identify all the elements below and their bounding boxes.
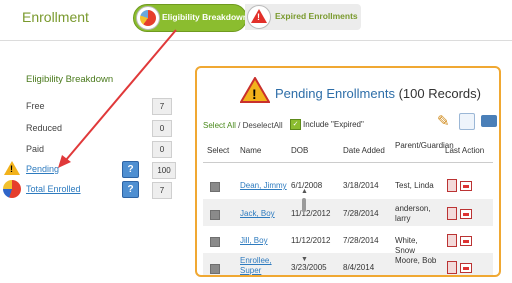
scroll-up-arrow[interactable]: ▲: [301, 188, 308, 195]
select-all-link[interactable]: Select All: [203, 121, 236, 130]
card-icon[interactable]: [460, 236, 472, 246]
row-name-link[interactable]: Jill, Boy: [240, 236, 268, 246]
row-dob: 11/12/2012: [291, 209, 331, 218]
column-header-select: Select: [207, 146, 230, 155]
pending-enrollments-panel: ! Pending Enrollments (100 Records) Sele…: [195, 66, 501, 277]
row-name-link[interactable]: Enrollee, Super: [240, 256, 284, 275]
row-parent: Test, Linda: [395, 181, 434, 190]
row-select-checkbox[interactable]: [210, 210, 220, 220]
edit-pencil-icon[interactable]: ✎: [437, 112, 450, 130]
header-divider: [203, 162, 493, 163]
document-icon[interactable]: [447, 261, 457, 274]
scroll-down-arrow[interactable]: ▼: [301, 256, 308, 263]
card-icon[interactable]: [460, 263, 472, 273]
panel-title-text: Pending Enrollments: [275, 86, 395, 101]
document-icon[interactable]: [447, 234, 457, 247]
row-dob: 11/12/2012: [291, 236, 331, 245]
column-header-parent-guardian: Parent/Guardian: [395, 141, 454, 150]
include-expired-label: Include "Expired": [303, 120, 364, 129]
selection-links: Select All / DeselectAll: [203, 121, 283, 130]
column-header-date-added: Date Added: [343, 146, 385, 155]
row-date-added: 7/28/2014: [343, 209, 379, 218]
row-date-added: 7/28/2014: [343, 236, 379, 245]
row-select-checkbox[interactable]: [210, 182, 220, 192]
panel-title: Pending Enrollments (100 Records): [275, 86, 481, 101]
card-icon[interactable]: [460, 181, 472, 191]
warning-icon: !: [239, 76, 271, 103]
document-settings-icon[interactable]: [459, 113, 475, 130]
row-name-link[interactable]: Jack, Boy: [240, 209, 275, 219]
row-dob: 3/23/2005: [291, 263, 327, 272]
row-select-checkbox[interactable]: [210, 264, 220, 274]
deselect-all-link[interactable]: DeselectAll: [243, 121, 283, 130]
column-header-last-action: Last Action: [445, 146, 485, 155]
column-header-name: Name: [240, 146, 262, 155]
record-count: (100 Records): [398, 86, 481, 101]
document-icon[interactable]: [447, 179, 457, 192]
row-parent: anderson, larry: [395, 204, 431, 223]
column-header-dob: DOB: [291, 146, 309, 155]
svg-text:!: !: [252, 86, 257, 102]
row-name-link[interactable]: Dean, Jimmy: [240, 181, 287, 191]
scrollbar-thumb[interactable]: [302, 198, 306, 212]
row-date-added: 8/4/2014: [343, 263, 375, 272]
print-icon[interactable]: [481, 115, 497, 127]
card-icon[interactable]: [460, 209, 472, 219]
row-date-added: 3/18/2014: [343, 181, 379, 190]
document-icon[interactable]: [447, 207, 457, 220]
include-expired-checkbox[interactable]: ✓: [290, 119, 301, 130]
row-select-checkbox[interactable]: [210, 237, 220, 247]
row-parent: Moore, Bob: [395, 256, 437, 265]
separator: /: [235, 121, 243, 130]
